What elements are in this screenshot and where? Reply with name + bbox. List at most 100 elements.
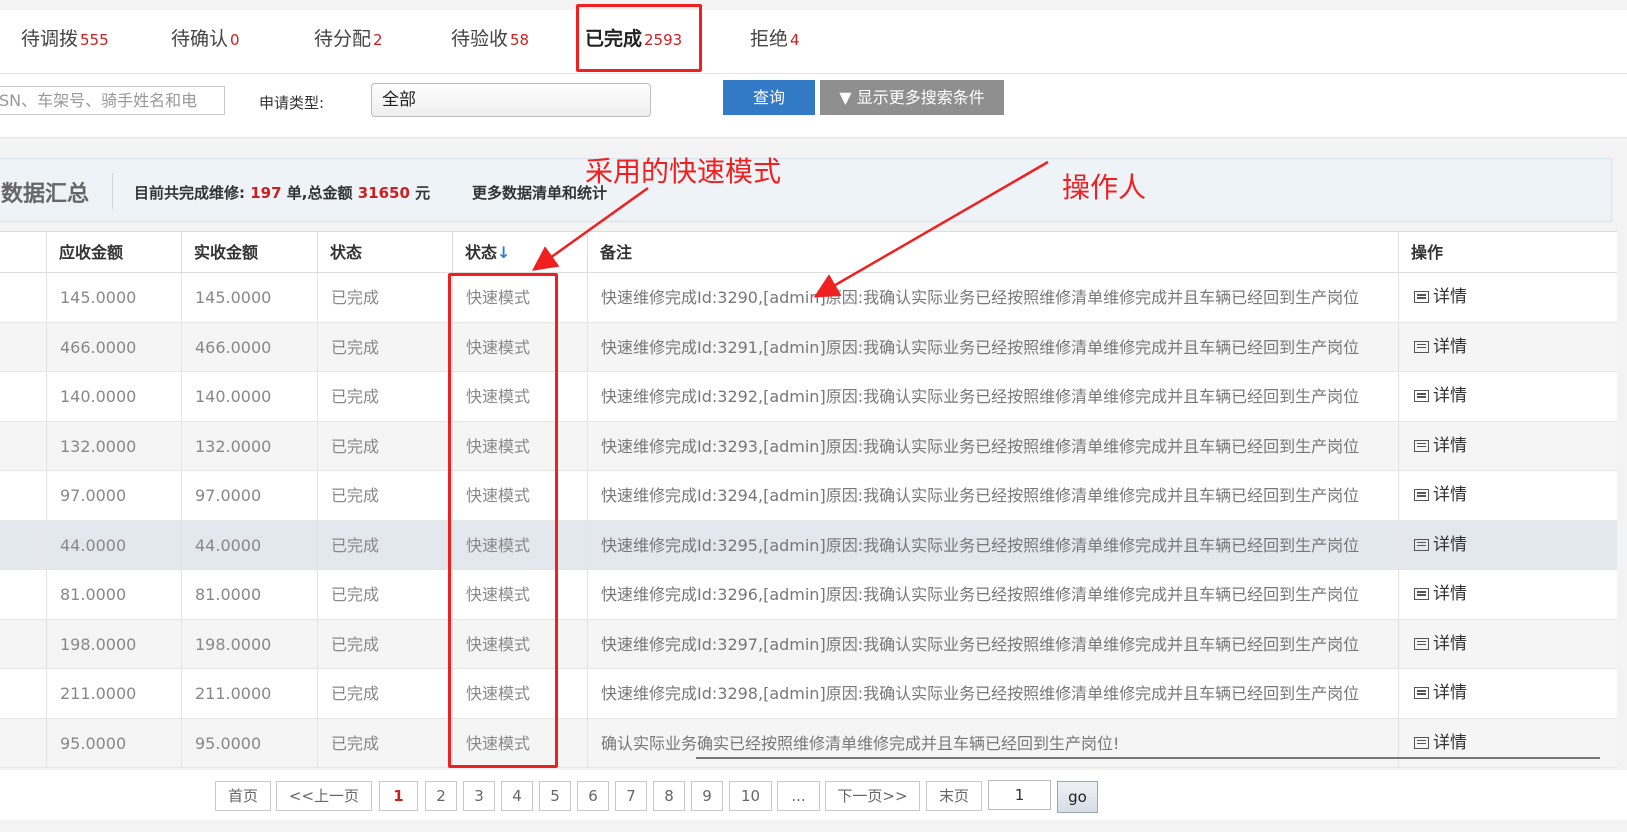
cell-received: 97.0000 <box>181 471 317 521</box>
header-mode-status[interactable]: 状态↓ <box>452 232 587 273</box>
cell-receivable: 211.0000 <box>46 669 181 719</box>
table-row: 44.0000 44.0000 已完成 快速模式 快速维修完成Id:3295,[admi… <box>0 520 1617 570</box>
page-4[interactable]: 4 <box>501 781 533 811</box>
cell-received: 211.0000 <box>181 669 317 719</box>
page-prev[interactable]: <<上一页 <box>276 781 372 811</box>
detail-button[interactable]: 详情 <box>1398 718 1617 768</box>
tab-count: 4 <box>790 31 800 49</box>
page-next[interactable]: 下一页>> <box>825 781 920 811</box>
horizontal-scrollbar[interactable] <box>696 757 1600 759</box>
annotation-box-completed-tab <box>576 4 702 72</box>
cell-remark: 确认实际业务确实已经按照维修清单维修完成并且车辆已经回到生产岗位! <box>587 718 1398 768</box>
table-row: 95.0000 95.0000 已完成 快速模式 确认实际业务确实已经按照维修清单维修完… <box>0 718 1617 768</box>
tab-label: 拒绝 <box>750 28 789 50</box>
table-body: 145.0000 145.0000 已完成 快速模式 快速维修完成Id:3290,[ad… <box>0 273 1617 768</box>
cell-remark: 快速维修完成Id:3292,[admin]原因:我确认实际业务已经按照维修清单维… <box>587 372 1398 422</box>
repair-table: 应收金额 实收金额 状态 状态↓ 备注 操作 145.0000 145.0000 已… <box>0 231 1617 768</box>
detail-button[interactable]: 详情 <box>1398 570 1617 620</box>
status-tabs: 待调拨 555 待确认 0 待分配 2 待验收 58 已完成 2593 拒绝 4 <box>0 10 1627 74</box>
tab-pending-confirm[interactable]: 待确认 0 <box>171 10 240 74</box>
detail-label: 详情 <box>1433 534 1467 555</box>
cell-remark: 快速维修完成Id:3295,[admin]原因:我确认实际业务已经按照维修清单维… <box>587 520 1398 570</box>
tab-rejected[interactable]: 拒绝 4 <box>750 10 800 74</box>
table-row: 198.0000 198.0000 已完成 快速模式 快速维修完成Id:3297,[ad… <box>0 619 1617 669</box>
detail-button[interactable]: 详情 <box>1398 520 1617 570</box>
summary-prefix: 目前共完成维修: <box>134 184 245 202</box>
cell-receivable: 44.0000 <box>46 520 181 570</box>
cell-receivable: 145.0000 <box>46 273 181 323</box>
list-icon <box>1414 340 1429 353</box>
header-received: 实收金额 <box>181 232 317 273</box>
cell-status: 已完成 <box>317 322 452 372</box>
cell-receivable: 198.0000 <box>46 619 181 669</box>
detail-button[interactable]: 详情 <box>1398 619 1617 669</box>
cell-receivable: 140.0000 <box>46 372 181 422</box>
list-icon <box>1414 439 1429 452</box>
tab-pending-accept[interactable]: 待验收 58 <box>451 10 529 74</box>
pagination: 首页 <<上一页 1 2 3 4 5 6 7 8 9 10 ... 下一页>> … <box>0 770 1627 820</box>
page-6[interactable]: 6 <box>577 781 609 811</box>
detail-label: 详情 <box>1433 683 1467 703</box>
list-icon <box>1414 637 1429 650</box>
header-status: 状态 <box>317 232 452 273</box>
table-row: 81.0000 81.0000 已完成 快速模式 快速维修完成Id:3296,[admi… <box>0 570 1617 620</box>
page-go-button[interactable]: go <box>1057 781 1098 813</box>
summary-stats: 目前共完成维修: 197 单,总金额 31650 元 <box>134 182 430 203</box>
page-5[interactable]: 5 <box>539 781 571 811</box>
cell-received: 95.0000 <box>181 718 317 768</box>
detail-button[interactable]: 详情 <box>1398 421 1617 471</box>
cell-remark: 快速维修完成Id:3290,[admin]原因:我确认实际业务已经按照维修清单维… <box>587 273 1398 323</box>
cell-remark: 快速维修完成Id:3294,[admin]原因:我确认实际业务已经按照维修清单维… <box>587 471 1398 521</box>
cell-remark: 快速维修完成Id:3298,[admin]原因:我确认实际业务已经按照维修清单维… <box>587 669 1398 719</box>
app-root: 待调拨 555 待确认 0 待分配 2 待验收 58 已完成 2593 拒绝 4 SN、车架… <box>0 0 1627 832</box>
summary-count: 197 <box>250 184 282 202</box>
detail-button[interactable]: 详情 <box>1398 372 1617 422</box>
cell-status: 已完成 <box>317 619 452 669</box>
cell-received: 81.0000 <box>181 570 317 620</box>
tab-count: 2 <box>373 31 383 49</box>
detail-button[interactable]: 详情 <box>1398 322 1617 372</box>
annotation-mode-text: 采用的快速模式 <box>585 155 782 188</box>
page-3[interactable]: 3 <box>463 781 495 811</box>
cell-received: 198.0000 <box>181 619 317 669</box>
cell-status: 已完成 <box>317 520 452 570</box>
cell-receivable: 132.0000 <box>46 421 181 471</box>
table-row: 145.0000 145.0000 已完成 快速模式 快速维修完成Id:3290,[ad… <box>0 273 1617 323</box>
page-2[interactable]: 2 <box>425 781 457 811</box>
search-input[interactable]: SN、车架号、骑手姓名和电 <box>0 86 225 115</box>
detail-label: 详情 <box>1433 435 1467 456</box>
detail-button[interactable]: 详情 <box>1398 273 1617 323</box>
detail-button[interactable]: 详情 <box>1398 669 1617 719</box>
table-row: 140.0000 140.0000 已完成 快速模式 快速维修完成Id:3292,[ad… <box>0 372 1617 422</box>
cell-status: 已完成 <box>317 421 452 471</box>
query-button[interactable]: 查询 <box>723 80 815 115</box>
tab-label: 待验收 <box>451 28 509 50</box>
cell-remark: 快速维修完成Id:3296,[admin]原因:我确认实际业务已经按照维修清单维… <box>587 570 1398 620</box>
list-icon <box>1414 390 1429 402</box>
more-conditions-button[interactable]: ▼ 显示更多搜索条件 <box>820 80 1004 115</box>
page-9[interactable]: 9 <box>691 781 723 811</box>
cell-received: 145.0000 <box>181 273 317 323</box>
page-number-input[interactable]: 1 <box>988 780 1051 810</box>
page-7[interactable]: 7 <box>615 781 647 811</box>
detail-button[interactable]: 详情 <box>1398 471 1617 521</box>
apply-type-select[interactable]: 全部 <box>371 83 651 117</box>
summary-suffix: 元 <box>409 184 431 202</box>
list-icon <box>1414 588 1429 600</box>
page-1[interactable]: 1 <box>379 781 418 811</box>
page-last[interactable]: 末页 <box>926 781 982 811</box>
cell-remark: 快速维修完成Id:3297,[admin]原因:我确认实际业务已经按照维修清单维… <box>587 619 1398 669</box>
page-first[interactable]: 首页 <box>215 781 271 811</box>
list-icon <box>1414 736 1429 749</box>
page-8[interactable]: 8 <box>653 781 685 811</box>
annotation-operator-text: 操作人 <box>1062 171 1147 204</box>
tab-pending-assign[interactable]: 待分配 2 <box>314 10 383 74</box>
table-row: 132.0000 132.0000 已完成 快速模式 快速维修完成Id:3293,[ad… <box>0 421 1617 471</box>
summary-title: 数据汇总 <box>1 182 90 207</box>
tab-count: 0 <box>230 31 240 49</box>
tab-pending-transfer[interactable]: 待调拨 555 <box>21 10 109 74</box>
cell-status: 已完成 <box>317 570 452 620</box>
detail-label: 详情 <box>1433 336 1467 357</box>
apply-type-label: 申请类型: <box>259 94 325 112</box>
page-10[interactable]: 10 <box>729 781 772 811</box>
